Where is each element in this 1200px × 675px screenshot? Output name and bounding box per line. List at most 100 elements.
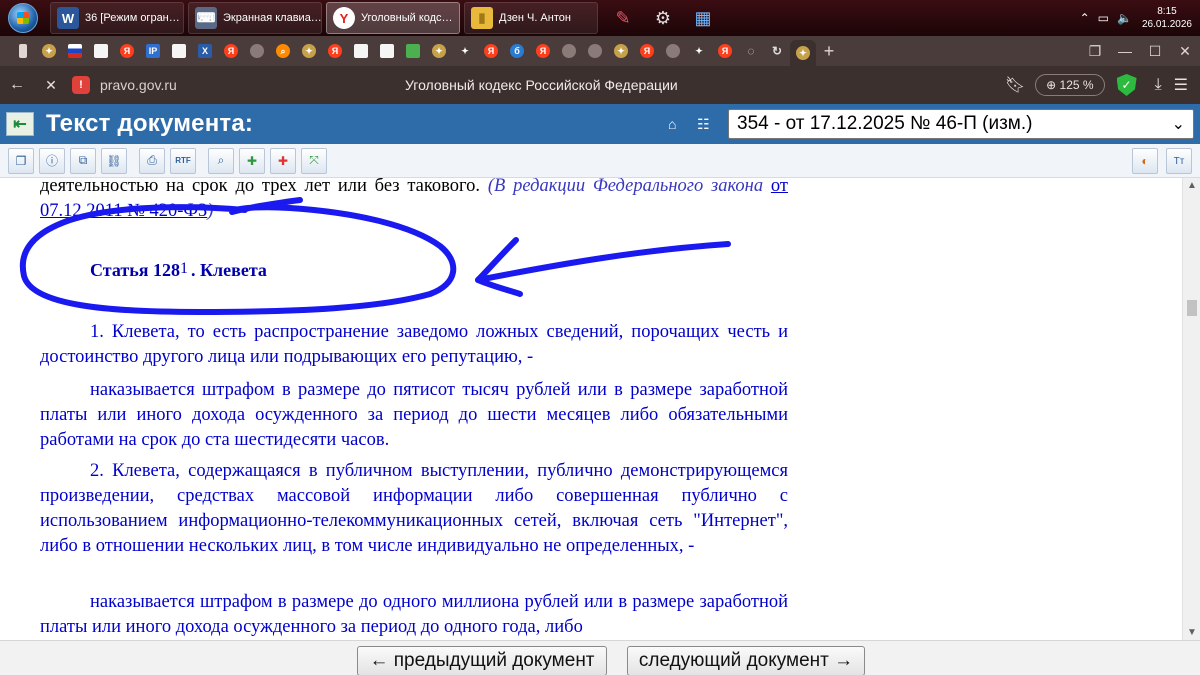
paragraph-2: наказывается штрафом в размере до пятисо…: [40, 380, 788, 450]
back-to-list-icon[interactable]: ⇤: [6, 112, 34, 136]
tab-pinned[interactable]: ✦: [426, 40, 452, 62]
edition-select[interactable]: 354 - от 17.12.2025 № 46-П (изм.) ⌄: [728, 109, 1194, 139]
palette-icon[interactable]: ◐: [1132, 148, 1158, 174]
keyboard-icon: ⌨: [195, 7, 217, 29]
paint-icon[interactable]: ✎: [608, 3, 638, 33]
clock[interactable]: 8:15 26.01.2026: [1142, 5, 1192, 31]
tab-pinned[interactable]: ✦: [296, 40, 322, 62]
info-icon[interactable]: ⓘ: [39, 147, 65, 174]
scroll-up-icon[interactable]: ▲: [1187, 180, 1197, 191]
tab-pinned[interactable]: Я: [712, 40, 738, 62]
url-field[interactable]: ! pravo.gov.ru: [72, 76, 177, 94]
emblem-icon: ✦: [302, 44, 316, 58]
tab-pinned[interactable]: ⌕: [270, 40, 296, 62]
tab-pinned[interactable]: ✦: [686, 40, 712, 62]
tab-pinned[interactable]: Я: [530, 40, 556, 62]
font-size-icon[interactable]: Tт: [1166, 148, 1192, 174]
tab-pinned[interactable]: [348, 40, 374, 62]
tab-pinned[interactable]: [62, 40, 88, 62]
tab-pinned[interactable]: [166, 40, 192, 62]
print-icon[interactable]: ⎙: [139, 147, 165, 174]
sparkle-icon: ✦: [695, 45, 703, 56]
tab-pinned[interactable]: ✦: [608, 40, 634, 62]
tab-active[interactable]: ✦: [790, 40, 816, 66]
scrollbar-thumb[interactable]: [1187, 300, 1197, 316]
link-icon[interactable]: ⛓: [101, 147, 127, 174]
home-icon[interactable]: ⌂: [668, 116, 676, 132]
tab-pinned[interactable]: ◌: [738, 40, 764, 62]
taskbar-item-label: Уголовный кодс…: [361, 12, 453, 24]
start-button[interactable]: [0, 0, 46, 36]
tab-pinned[interactable]: ✦: [36, 40, 62, 62]
gear-icon[interactable]: ⚙: [648, 3, 678, 33]
previous-document-button[interactable]: ← предыдущий документ: [357, 646, 607, 675]
tab-pinned[interactable]: [660, 40, 686, 62]
tab-pinned[interactable]: Я: [114, 40, 140, 62]
search-icon[interactable]: ⌕: [208, 147, 234, 174]
document-icon: [354, 44, 368, 58]
minimize-icon[interactable]: —: [1110, 43, 1140, 59]
related-docs-icon[interactable]: ⧉: [70, 147, 96, 174]
previous-paragraph: деятельностью на срок до трех лет или бе…: [40, 178, 788, 224]
rtf-icon[interactable]: RTF: [170, 147, 196, 174]
back-icon[interactable]: ←: [0, 76, 34, 94]
contents-icon[interactable]: ☷: [697, 116, 710, 133]
add-icon[interactable]: ✚: [239, 147, 265, 174]
scroll-down-icon[interactable]: ▼: [1187, 627, 1197, 638]
folder-icon: ▮: [471, 7, 493, 29]
yandex-icon: Я: [536, 44, 550, 58]
tab-pinned[interactable]: Я: [322, 40, 348, 62]
tab-pinned[interactable]: [10, 40, 36, 62]
tab-pinned[interactable]: [88, 40, 114, 62]
close-icon[interactable]: ✕: [1170, 43, 1200, 60]
tab-pinned[interactable]: [374, 40, 400, 62]
tab-pinned[interactable]: [556, 40, 582, 62]
menu-icon[interactable]: ☰: [1174, 75, 1188, 95]
tab-list-icon[interactable]: ❐: [1080, 43, 1110, 60]
tab-pinned[interactable]: [400, 40, 426, 62]
toolbar-right: ◐ Tт: [1124, 148, 1192, 174]
ink-arrow-shaft: [475, 241, 731, 283]
document-scrollbar[interactable]: ▲ ▼: [1182, 178, 1200, 640]
tab-pinned[interactable]: ↻: [764, 40, 790, 62]
taskbar-item-folder[interactable]: ▮ Дзен Ч. Антон: [464, 2, 598, 34]
article-title: . Клевета: [190, 260, 267, 280]
tab-pinned[interactable]: б: [504, 40, 530, 62]
zoom-indicator[interactable]: ⊕ 125 %: [1035, 74, 1105, 96]
taskbar-item-word[interactable]: W 36 [Режим огран…: [50, 2, 184, 34]
tab-pinned[interactable]: Я: [218, 40, 244, 62]
plus-icon: +: [823, 40, 835, 61]
tray-chevron-icon[interactable]: ⌃: [1080, 11, 1090, 25]
taskbar-item-keyboard[interactable]: ⌨ Экранная клавиа…: [188, 2, 322, 34]
tab-icon: [19, 44, 27, 58]
tray-screen-icon[interactable]: ▭: [1098, 11, 1109, 25]
tab-pinned[interactable]: IP: [140, 40, 166, 62]
clock-date: 26.01.2026: [1141, 19, 1192, 30]
clock-time: 8:15: [1157, 6, 1177, 17]
new-tab-button[interactable]: +: [816, 40, 842, 62]
control-panel-icon[interactable]: ▦: [688, 3, 718, 33]
taskbar-item-browser[interactable]: Y Уголовный кодс…: [326, 2, 460, 34]
tab-pinned[interactable]: X: [192, 40, 218, 62]
site-warning-icon[interactable]: !: [72, 76, 90, 94]
bookmark-add-icon[interactable]: ✚: [270, 147, 296, 174]
maximize-icon[interactable]: ☐: [1140, 43, 1170, 60]
expand-icon[interactable]: ⤧: [301, 147, 327, 174]
yandex-browser-icon: Y: [333, 7, 355, 29]
tab-pinned[interactable]: Я: [634, 40, 660, 62]
bookmark-icon[interactable]: 🔖︎: [1005, 75, 1025, 95]
sparkle-icon: ✦: [461, 45, 469, 56]
tab-pinned[interactable]: [582, 40, 608, 62]
flag-icon: [68, 44, 82, 58]
tab-pinned[interactable]: ✦: [452, 40, 478, 62]
avatar-icon: [250, 44, 264, 58]
download-icon[interactable]: ⤓: [1155, 76, 1162, 94]
article-superscript: 1: [179, 260, 188, 277]
copy-icon[interactable]: ❐: [8, 147, 34, 174]
stop-icon[interactable]: ✕: [34, 77, 68, 94]
tab-pinned[interactable]: Я: [478, 40, 504, 62]
tab-pinned[interactable]: [244, 40, 270, 62]
protect-shield-icon[interactable]: ✓: [1116, 74, 1137, 96]
next-document-button[interactable]: следующий документ →: [627, 646, 865, 675]
volume-icon[interactable]: 🔈: [1117, 11, 1132, 25]
